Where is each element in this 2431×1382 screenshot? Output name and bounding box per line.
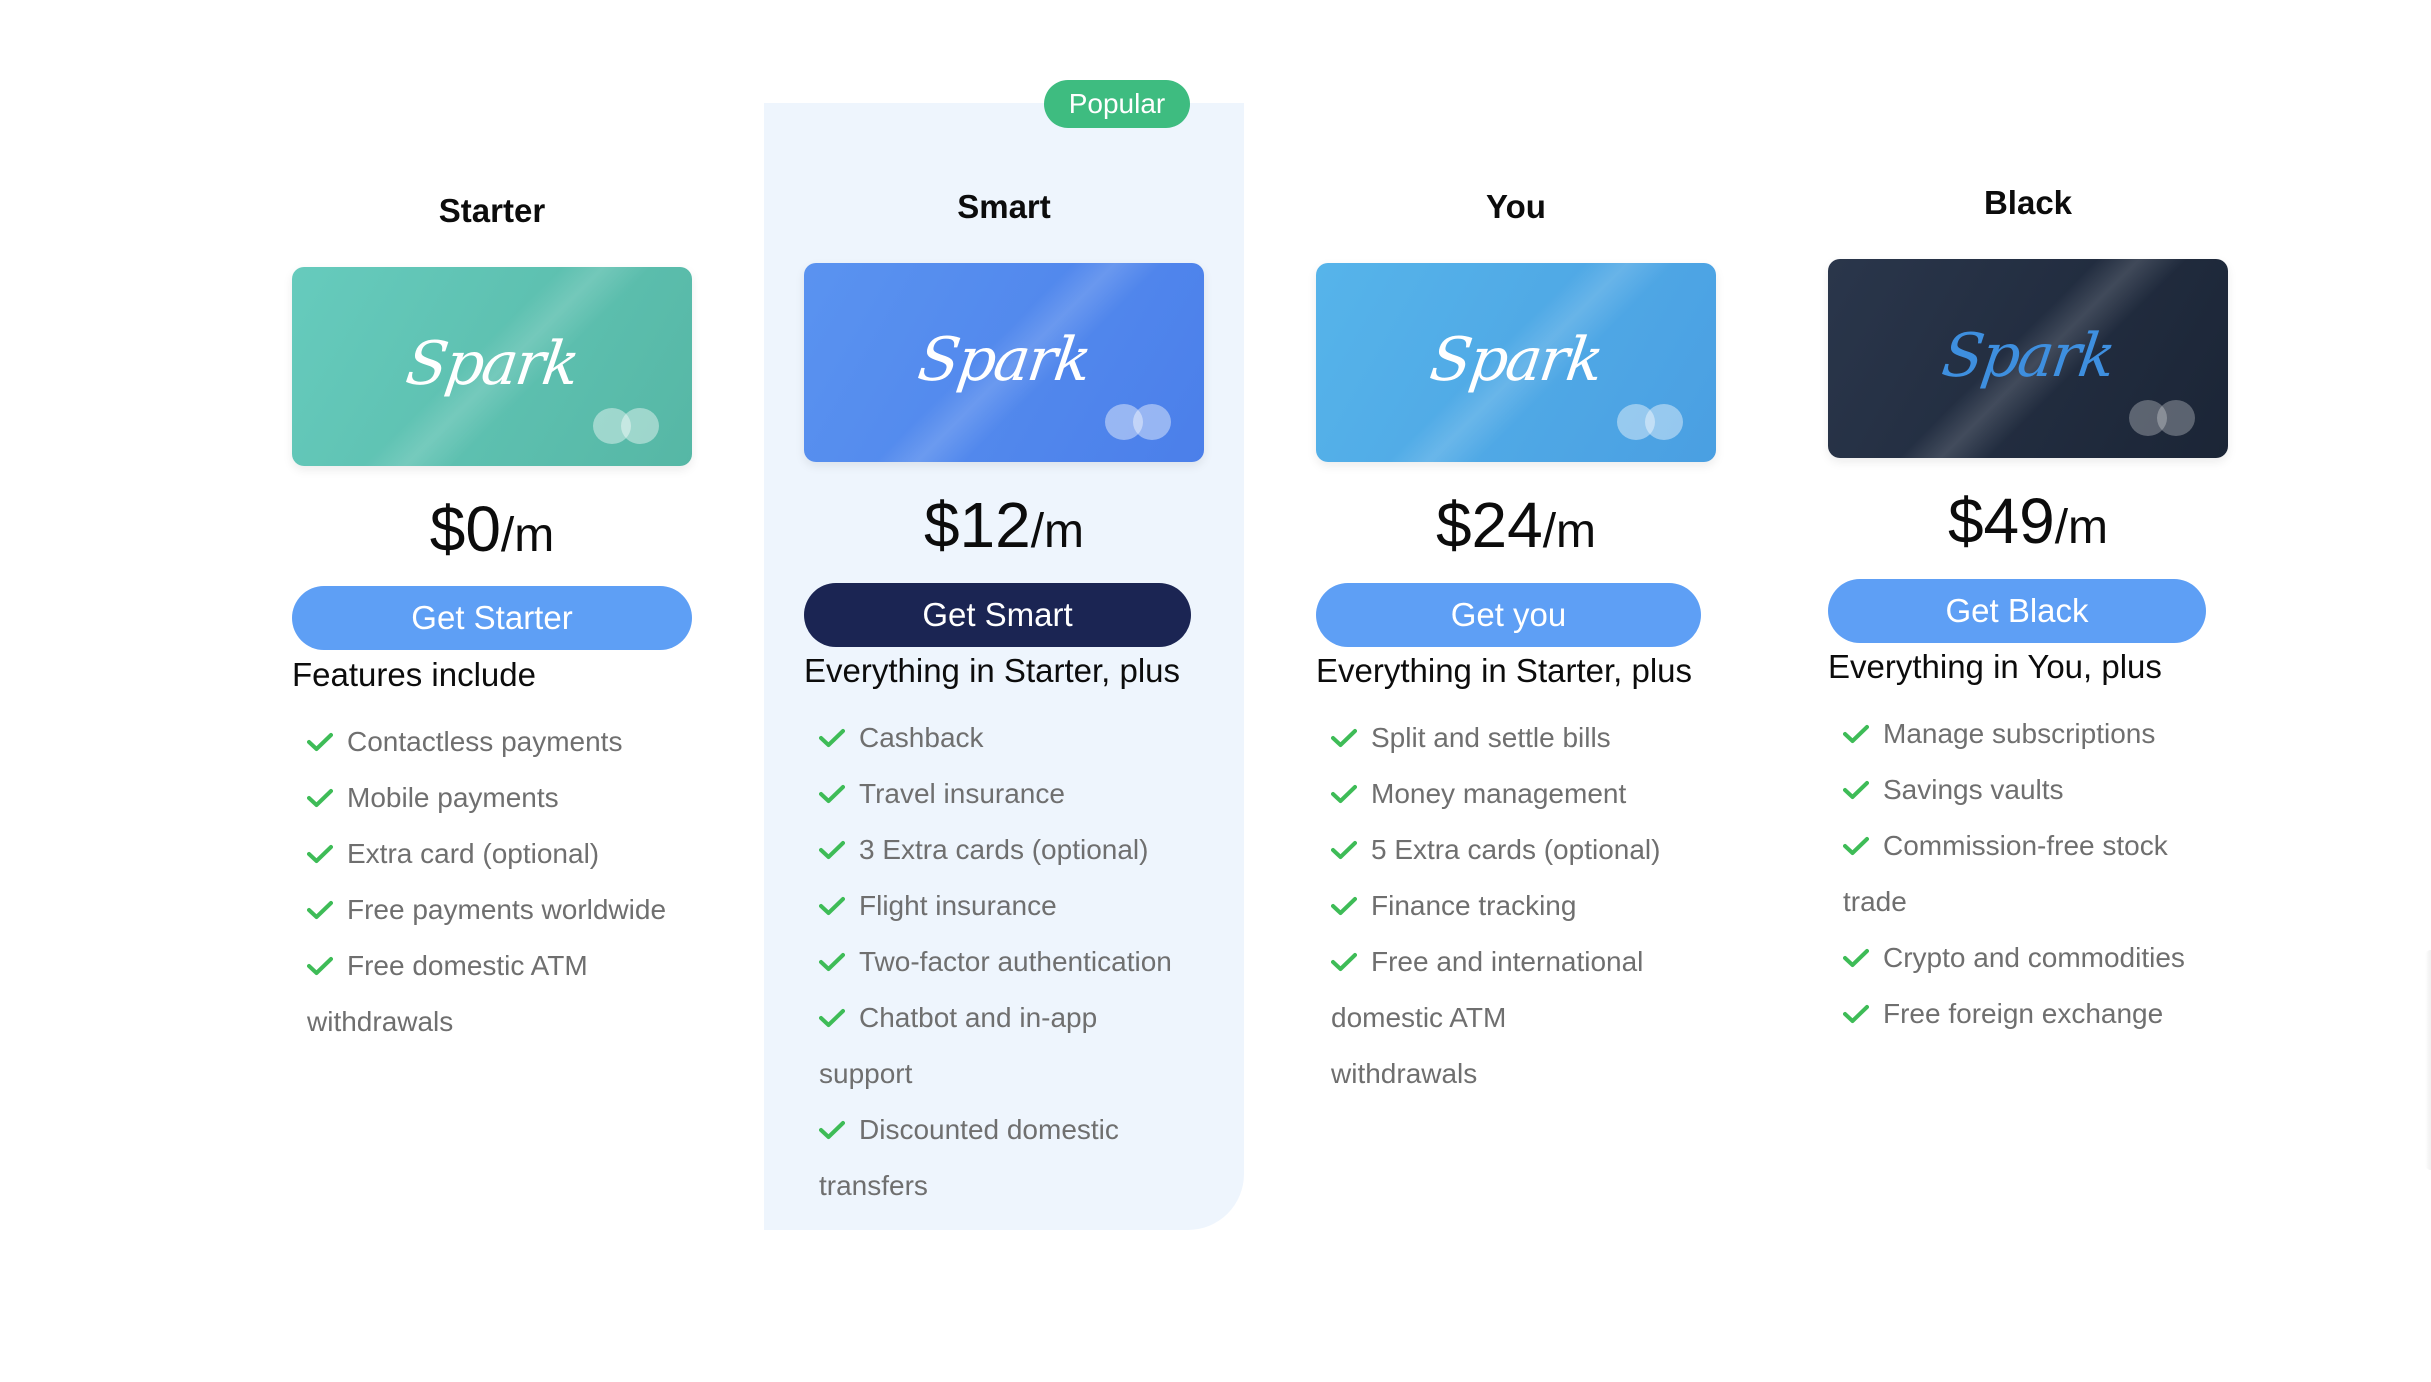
- list-item: Flight insurance: [819, 878, 1209, 934]
- check-icon: [1843, 1005, 1869, 1023]
- list-item: Contactless payments: [307, 714, 697, 770]
- list-item: withdrawals: [307, 1006, 454, 1037]
- check-icon: [307, 733, 333, 751]
- check-icon: [307, 901, 333, 919]
- edge-shadow: [2425, 950, 2431, 1170]
- check-icon: [1331, 785, 1357, 803]
- price-amount: $0: [429, 493, 501, 565]
- check-icon: [819, 1009, 845, 1027]
- list-item: Manage subscriptions: [1843, 706, 2233, 762]
- feature-list: Manage subscriptions Savings vaults Comm…: [1843, 706, 2233, 1042]
- feature-list: Contactless payments Mobile payments Ext…: [307, 714, 697, 1050]
- feature-list: Cashback Travel insurance 3 Extra cards …: [819, 710, 1209, 1214]
- price-period: /m: [2054, 501, 2109, 554]
- card-network-icon: [2129, 400, 2201, 436]
- list-item: Money management: [1331, 766, 1721, 822]
- popular-badge: Popular: [1044, 80, 1190, 128]
- list-item: 5 Extra cards (optional): [1331, 822, 1721, 878]
- check-icon: [1843, 837, 1869, 855]
- check-icon: [1331, 729, 1357, 747]
- list-item: Free foreign exchange: [1843, 986, 2233, 1042]
- check-icon: [1331, 897, 1357, 915]
- price: $12/m: [804, 488, 1204, 562]
- spark-logo: Spark: [913, 325, 1095, 395]
- price: $0/m: [292, 492, 692, 566]
- price-period: /m: [1542, 505, 1597, 558]
- list-item: Extra card (optional): [307, 826, 697, 882]
- list-item: Crypto and commodities: [1843, 930, 2233, 986]
- price: $49/m: [1828, 484, 2228, 558]
- plan-title: Black: [1983, 184, 2073, 221]
- list-item: Two-factor authentication: [819, 934, 1209, 990]
- list-item: Mobile payments: [307, 770, 697, 826]
- you-card-image: Spark: [1316, 263, 1716, 462]
- plan-title: Starter: [438, 192, 546, 229]
- check-icon: [307, 845, 333, 863]
- list-item: 3 Extra cards (optional): [819, 822, 1209, 878]
- check-icon: [1331, 841, 1357, 859]
- list-item: Split and settle bills: [1331, 710, 1721, 766]
- price: $24/m: [1316, 488, 1716, 562]
- list-item: Finance tracking: [1331, 878, 1721, 934]
- list-item: Free domestic ATM: [307, 938, 697, 994]
- get-starter-button[interactable]: Get Starter: [292, 586, 692, 650]
- get-you-button[interactable]: Get you: [1316, 583, 1701, 647]
- spark-logo: Spark: [1937, 321, 2119, 391]
- black-card-image: Spark: [1828, 259, 2228, 458]
- check-icon: [1331, 953, 1357, 971]
- card-network-icon: [1105, 404, 1177, 440]
- check-icon: [819, 785, 845, 803]
- list-item: Chatbot and in-app: [819, 990, 1209, 1046]
- get-smart-button[interactable]: Get Smart: [804, 583, 1191, 647]
- features-intro: Everything in Starter, plus: [804, 652, 1181, 689]
- list-item: Discounted domestic: [819, 1102, 1209, 1158]
- feature-list: Split and settle bills Money management …: [1331, 710, 1721, 1102]
- price-amount: $24: [1435, 489, 1543, 561]
- list-item: trade: [1843, 886, 1907, 917]
- check-icon: [819, 841, 845, 859]
- price-period: /m: [1030, 505, 1085, 558]
- check-icon: [1843, 949, 1869, 967]
- card-network-icon: [593, 408, 665, 444]
- list-item: domestic ATM: [1331, 1002, 1507, 1033]
- check-icon: [819, 729, 845, 747]
- check-icon: [819, 897, 845, 915]
- list-item: Travel insurance: [819, 766, 1209, 822]
- list-item: Cashback: [819, 710, 1209, 766]
- smart-card-image: Spark: [804, 263, 1204, 462]
- starter-card-image: Spark: [292, 267, 692, 466]
- check-icon: [307, 957, 333, 975]
- spark-logo: Spark: [1425, 325, 1607, 395]
- list-item: Savings vaults: [1843, 762, 2233, 818]
- check-icon: [1843, 781, 1869, 799]
- check-icon: [819, 1121, 845, 1139]
- list-item: transfers: [819, 1170, 928, 1201]
- price-period: /m: [500, 509, 555, 562]
- plan-title: Smart: [957, 188, 1051, 225]
- check-icon: [819, 953, 845, 971]
- card-network-icon: [1617, 404, 1689, 440]
- list-item: Free payments worldwide: [307, 882, 697, 938]
- price-amount: $12: [923, 489, 1031, 561]
- get-black-button[interactable]: Get Black: [1828, 579, 2206, 643]
- features-intro: Everything in Starter, plus: [1316, 652, 1693, 689]
- features-intro: Everything in You, plus: [1828, 648, 2162, 685]
- spark-logo: Spark: [401, 329, 583, 399]
- check-icon: [307, 789, 333, 807]
- list-item: withdrawals: [1331, 1058, 1478, 1089]
- list-item: Free and international: [1331, 934, 1721, 990]
- list-item: support: [819, 1058, 913, 1089]
- plan-title: You: [1486, 188, 1546, 225]
- check-icon: [1843, 725, 1869, 743]
- price-amount: $49: [1947, 485, 2055, 557]
- features-intro: Features include: [292, 656, 536, 693]
- list-item: Commission-free stock: [1843, 818, 2233, 874]
